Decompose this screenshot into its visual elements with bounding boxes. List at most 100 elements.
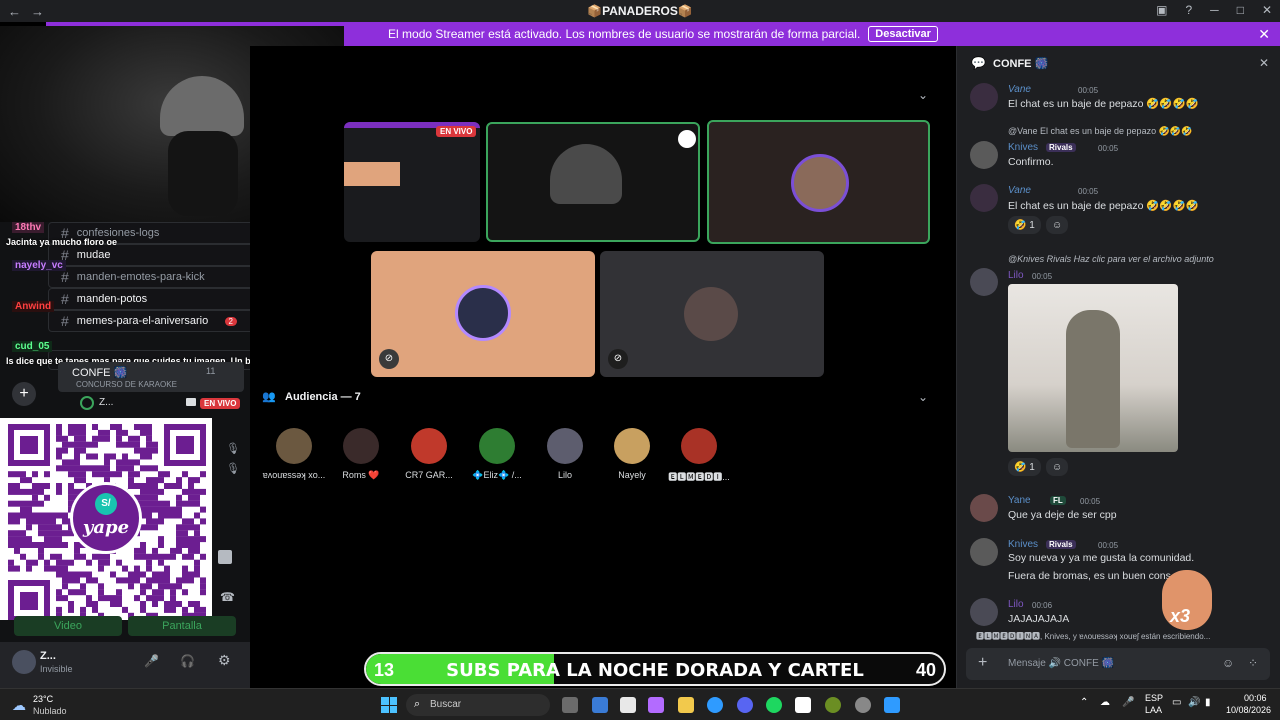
search-box[interactable]: ⌕ Buscar [406,694,550,716]
video-tile[interactable]: ⊘ [371,251,595,377]
reaction-chip[interactable]: 🤣 1 [1008,216,1041,234]
avatar[interactable] [970,538,998,566]
chevron-down-icon[interactable]: ⌄ [918,88,928,102]
obs-icon[interactable] [855,697,871,713]
avatar[interactable] [970,494,998,522]
role-tag: Rivals [1046,540,1076,549]
add-reaction-button[interactable]: ☺ [1046,216,1069,234]
widgets-icon[interactable] [592,697,608,713]
app-icon[interactable] [884,697,900,713]
close-icon[interactable]: ✕ [1258,26,1270,43]
message-author[interactable]: Vane [1008,185,1031,196]
audience-member[interactable]: 💠Eliz💠 /... [463,428,531,481]
avatar [455,285,511,341]
spotify-icon[interactable] [766,697,782,713]
notepad-icon[interactable] [620,697,636,713]
reply-preview[interactable]: @Vane El chat es un baje de pepazo 🤣🤣🤣 [1008,126,1192,137]
beanie-shape [550,144,622,204]
discord-icon[interactable] [737,697,753,713]
video-tile[interactable] [707,120,930,244]
volume-icon[interactable]: 🔊 [1188,697,1200,708]
weather-temp[interactable]: 23°C [33,694,53,704]
avatar[interactable] [970,598,998,626]
deactivate-button[interactable]: Desactivar [868,26,938,42]
copilot-icon[interactable] [648,697,664,713]
microphone-icon[interactable]: 🎤 [1122,697,1134,708]
inbox-icon[interactable]: ▣ [1156,3,1167,17]
edge-icon[interactable] [707,697,723,713]
apps-icon[interactable]: ⁘ [1248,656,1258,670]
display-icon[interactable]: ▭ [1172,697,1181,708]
image-attachment[interactable] [1008,284,1178,452]
user-status: Invisible [40,664,73,674]
minimize-icon[interactable]: ─ [1210,3,1219,17]
disconnect-icon[interactable] [218,550,232,564]
message-author[interactable]: Knives [1008,539,1038,550]
add-server-icon[interactable]: + [12,382,36,406]
maximize-icon[interactable]: □ [1237,3,1244,17]
windows-start-icon[interactable] [381,697,397,713]
avatar[interactable] [970,141,998,169]
app-icon[interactable] [825,697,841,713]
message-text: Confirmo. [1008,156,1054,168]
plus-icon[interactable]: + [978,654,987,672]
phone-icon[interactable]: ☎ [220,590,235,604]
file-explorer-icon[interactable] [678,697,694,713]
audience-member[interactable]: Lilo [531,428,599,480]
audience-member[interactable]: 🅴🅻🅼🅴🅳🅸... [665,428,733,483]
gear-icon[interactable]: ⚙ [218,652,231,669]
screen-share-tile[interactable]: EN VIVO [344,122,480,242]
close-window-icon[interactable]: ✕ [1262,3,1272,17]
emoji-icon[interactable]: ☺ [1222,656,1234,670]
moderator-icon [678,130,696,148]
audience-member[interactable]: Nayely [598,428,666,480]
video-tile[interactable]: ⊘ [600,251,824,377]
close-icon[interactable]: ✕ [1259,56,1269,70]
headphones-icon[interactable]: 🎧 [180,654,195,668]
task-view-icon[interactable] [562,697,578,713]
add-reaction-button[interactable]: ☺ [1046,458,1069,476]
message-author[interactable]: Lilo [1008,599,1024,610]
message-time: 00:05 [1098,144,1119,153]
cloud-icon[interactable]: ☁ [12,697,26,714]
battery-icon[interactable]: ▮ [1205,697,1211,708]
search-placeholder: Buscar [430,699,462,710]
reaction-chip[interactable]: 🤣 1 [1008,458,1041,476]
mic-muted-icon: 🎙 [226,463,240,475]
message-time: 00:06 [1032,601,1053,610]
message-text: Fuera de bromas, es un buen cons [1008,570,1171,582]
reply-preview[interactable]: @Knives Rivals Haz clic para ver el arch… [1008,254,1214,264]
language-code[interactable]: ESP [1145,693,1163,703]
avatar [791,154,849,212]
avatar [411,428,447,464]
network-icon[interactable]: ☁ [1100,697,1110,708]
audience-member[interactable]: CR7 GAR... [395,428,463,480]
live-badge: EN VIVO [436,126,477,137]
sticker-label: x3 [1170,606,1191,626]
video-button[interactable]: Video [14,616,122,636]
video-tile[interactable] [486,122,700,242]
audience-member[interactable]: Roms ❤️ [327,428,395,481]
message-author[interactable]: Yane [1008,495,1031,506]
message-author[interactable]: Vane [1008,84,1031,95]
voice-user-name[interactable]: Z... [99,397,113,408]
message-input-box[interactable]: + Mensaje 🔊 CONFE 🎆 ☺ ⁘ [966,648,1270,680]
microphone-icon[interactable]: 🎤 [144,654,159,668]
voice-channel-item[interactable]: CONFE 🎆 11 CONCURSO DE KARAOKE [58,362,244,392]
message-input-placeholder[interactable]: Mensaje 🔊 CONFE 🎆 [1008,658,1114,669]
help-icon[interactable]: ? [1185,3,1192,17]
search-icon: ⌕ [414,698,421,710]
avatar[interactable] [970,83,998,111]
message-author[interactable]: Lilo [1008,270,1024,281]
audience-member[interactable]: ɐʌouɐssǝʞ xo... [260,428,328,480]
avatar[interactable] [970,268,998,296]
chevron-up-icon[interactable]: ⌃ [1080,697,1088,708]
avatar[interactable] [970,184,998,212]
screen-share-button[interactable]: Pantalla [128,616,236,636]
app-icon[interactable] [795,697,811,713]
avatar[interactable] [12,650,36,674]
chevron-down-icon[interactable]: ⌄ [918,390,928,404]
yape-logo: S/ yape [70,482,142,554]
message-author[interactable]: Knives [1008,142,1038,153]
clock-time[interactable]: 00:06 [1244,693,1267,703]
